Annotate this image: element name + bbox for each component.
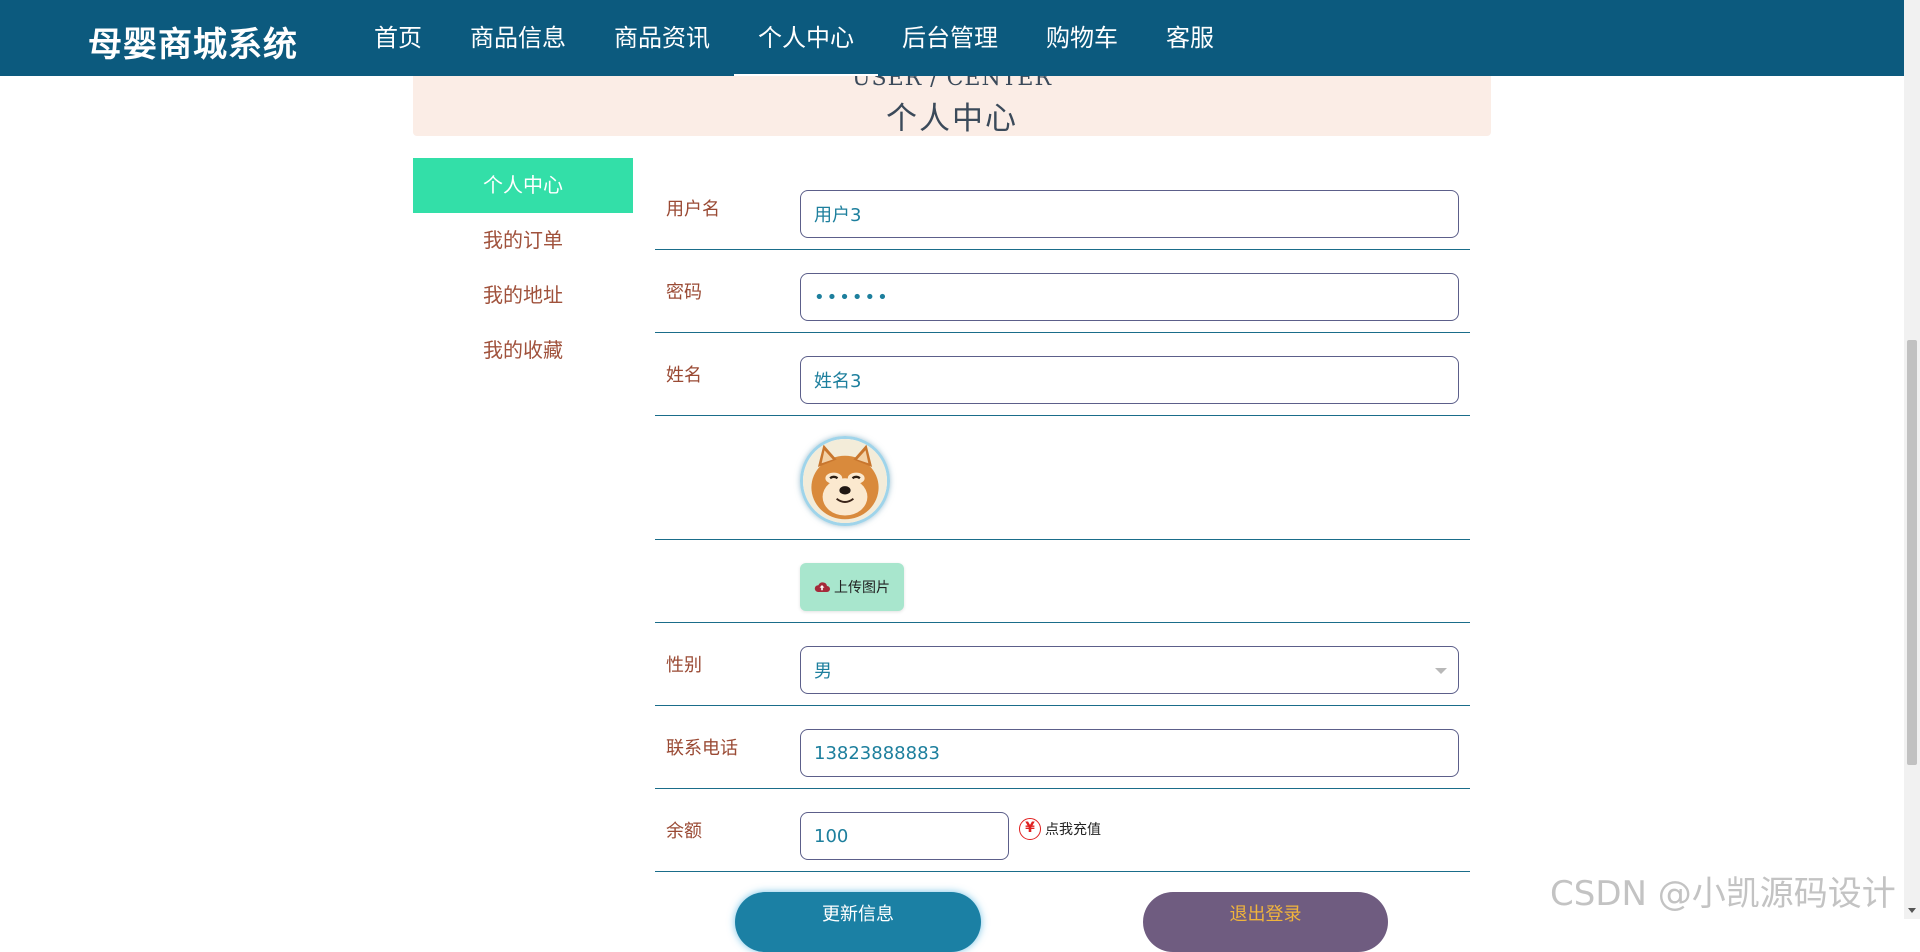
- top-navbar: 母婴商城系统 首页 商品信息 商品资讯 个人中心 后台管理 购物车 客服: [0, 0, 1904, 76]
- phone-label: 联系电话: [666, 738, 738, 759]
- balance-input[interactable]: 100: [800, 812, 1009, 860]
- banner-title-cn: 个人中心: [886, 101, 1018, 136]
- gender-value: 男: [814, 661, 832, 682]
- form-row-username: 用户名 用户3: [655, 167, 1470, 250]
- page-scrollbar[interactable]: [1904, 0, 1920, 919]
- site-brand[interactable]: 母婴商城系统: [88, 17, 298, 66]
- recharge-label: 点我充值: [1045, 822, 1101, 838]
- sidebar-item-user-center[interactable]: 个人中心: [413, 158, 633, 213]
- username-label: 用户名: [666, 199, 720, 220]
- nav-item-cart[interactable]: 购物车: [1022, 0, 1142, 76]
- balance-label: 余额: [666, 821, 702, 842]
- recharge-link[interactable]: ¥ 点我充值: [1019, 818, 1101, 840]
- sidebar-item-orders[interactable]: 我的订单: [413, 213, 633, 268]
- dog-avatar-image: [803, 439, 887, 523]
- scrollbar-thumb[interactable]: [1907, 340, 1917, 765]
- form-row-phone: 联系电话 13823888883: [655, 706, 1470, 789]
- scroll-down-icon[interactable]: [1908, 908, 1916, 913]
- nav-item-news[interactable]: 商品资讯: [590, 0, 734, 76]
- upload-image-label: 上传图片: [834, 580, 890, 596]
- main-nav: 首页 商品信息 商品资讯 个人中心 后台管理 购物车 客服: [350, 0, 1238, 76]
- password-label: 密码: [666, 282, 702, 303]
- nav-item-products[interactable]: 商品信息: [446, 0, 590, 76]
- chevron-down-icon: [1435, 668, 1447, 674]
- username-input[interactable]: 用户3: [800, 190, 1459, 238]
- watermark-text: CSDN @小凯源码设计: [1550, 874, 1896, 914]
- avatar: [800, 436, 890, 526]
- gender-label: 性别: [666, 655, 702, 676]
- name-label: 姓名: [666, 365, 702, 386]
- profile-form: 用户名 用户3 密码 •••••• 姓名 姓名3 上传图片 性别 男 联系电话 …: [655, 167, 1470, 872]
- logout-button[interactable]: 退出登录: [1143, 892, 1388, 952]
- form-row-name: 姓名 姓名3: [655, 333, 1470, 416]
- form-row-gender: 性别 男: [655, 623, 1470, 706]
- nav-item-user-center[interactable]: 个人中心: [734, 0, 878, 76]
- nav-item-home[interactable]: 首页: [350, 0, 446, 76]
- banner-title-en: USER / CENTER: [851, 76, 1053, 91]
- form-row-balance: 余额 100 ¥ 点我充值: [655, 789, 1470, 872]
- upload-image-button[interactable]: 上传图片: [800, 563, 904, 611]
- sidebar-menu: 个人中心 我的订单 我的地址 我的收藏: [413, 158, 633, 378]
- nav-item-admin[interactable]: 后台管理: [878, 0, 1022, 76]
- form-row-password: 密码 ••••••: [655, 250, 1470, 333]
- sidebar-item-favorites[interactable]: 我的收藏: [413, 323, 633, 378]
- sidebar-item-addresses[interactable]: 我的地址: [413, 268, 633, 323]
- phone-input[interactable]: 13823888883: [800, 729, 1459, 777]
- form-row-avatar: [655, 416, 1470, 540]
- password-input[interactable]: ••••••: [800, 273, 1459, 321]
- gender-select[interactable]: 男: [800, 646, 1459, 694]
- form-row-upload: 上传图片: [655, 540, 1470, 623]
- cloud-upload-icon: [814, 582, 830, 592]
- name-input[interactable]: 姓名3: [800, 356, 1459, 404]
- update-info-button[interactable]: 更新信息: [735, 892, 981, 952]
- page-banner: USER / CENTER 个人中心: [413, 76, 1491, 136]
- yen-icon: ¥: [1019, 818, 1041, 840]
- nav-item-service[interactable]: 客服: [1142, 0, 1238, 76]
